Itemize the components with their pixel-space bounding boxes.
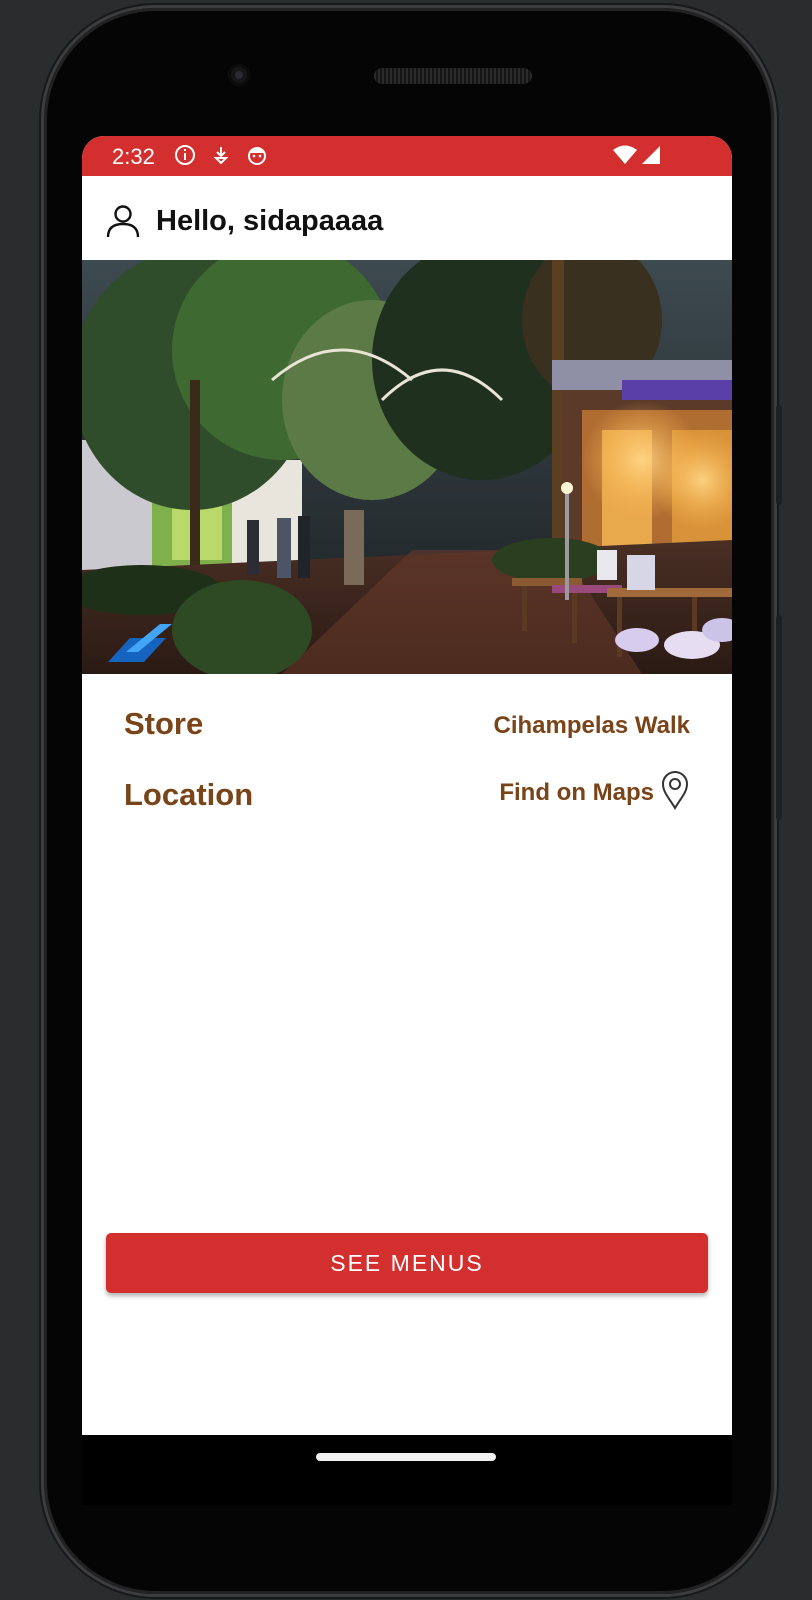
- earpiece-speaker: [374, 68, 532, 84]
- status-time: 2:32: [112, 144, 155, 169]
- volume-button: [776, 615, 782, 820]
- signal-icon: [642, 146, 660, 164]
- face-icon: [248, 147, 266, 165]
- find-on-maps-label: Find on Maps: [499, 778, 654, 806]
- info-icon: [175, 145, 195, 165]
- home-gesture-bar[interactable]: [316, 1453, 496, 1461]
- store-label: Store: [124, 706, 204, 741]
- app-bar: Hello, sidapaaaa: [82, 176, 732, 260]
- wifi-icon: [613, 145, 637, 164]
- store-photo: [82, 260, 732, 674]
- app-screen: 2:32 Hello, sidapaaaa Store Cihampelas W…: [82, 136, 732, 1435]
- front-camera: [228, 64, 250, 86]
- location-label: Location: [124, 777, 254, 812]
- greeting-text: Hello, sidapaaaa: [156, 205, 384, 237]
- user-icon[interactable]: [106, 204, 140, 238]
- find-on-maps-link[interactable]: Find on Maps: [499, 770, 690, 810]
- store-hero-image: [82, 260, 732, 674]
- map-pin-icon: [661, 771, 689, 810]
- power-button: [776, 405, 782, 505]
- status-bar: 2:32: [82, 136, 732, 176]
- brand-logo-icon: [108, 624, 172, 662]
- store-value: Cihampelas Walk: [493, 712, 690, 739]
- see-menus-button[interactable]: SEE MENUS: [106, 1233, 708, 1293]
- navigation-bar: [82, 1435, 732, 1505]
- download-icon: [213, 147, 229, 165]
